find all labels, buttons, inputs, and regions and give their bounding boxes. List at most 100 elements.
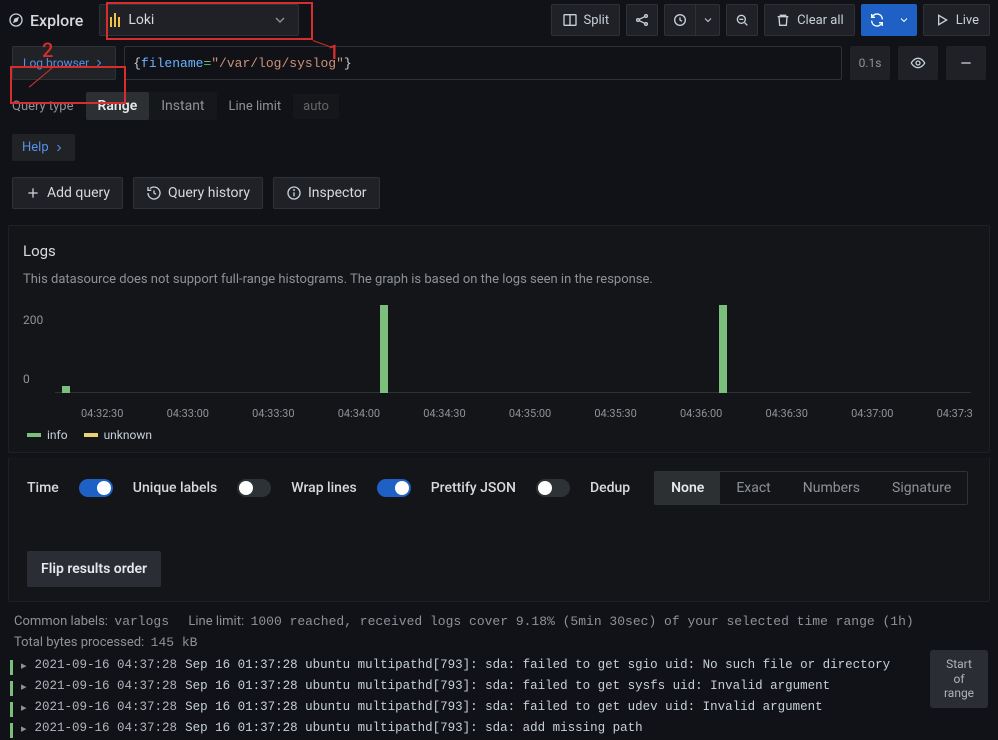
start-l3: range bbox=[944, 686, 974, 700]
loki-icon bbox=[110, 13, 120, 27]
log-timestamp: 2021-09-16 04:37:28 bbox=[35, 700, 178, 714]
line-limit-label: Line limit bbox=[229, 99, 282, 114]
query-actions: Add query Query history Inspector bbox=[0, 169, 998, 221]
time-range-dropdown[interactable] bbox=[696, 4, 720, 36]
query-history-label: Query history bbox=[168, 185, 250, 201]
time-toggle-label: Time bbox=[27, 480, 59, 496]
log-meta: Common labels: varlogs Line limit: 1000 … bbox=[8, 614, 990, 650]
split-label: Split bbox=[584, 13, 610, 28]
bytes-value: 145 kB bbox=[151, 635, 198, 650]
split-button[interactable]: Split bbox=[551, 4, 621, 36]
start-of-range-button[interactable]: Start of range bbox=[930, 650, 988, 708]
clear-all-label: Clear all bbox=[797, 13, 844, 28]
chart-xtick: 04:37:3 bbox=[937, 407, 973, 420]
log-browser-button[interactable]: Log browser bbox=[12, 46, 116, 80]
query-options: Query type Range Instant Line limit auto bbox=[0, 86, 998, 126]
logs-panel-title: Logs bbox=[23, 242, 975, 260]
log-row[interactable]: ▸ 2021-09-16 04:37:28 Sep 16 01:37:28 ubun… bbox=[8, 719, 990, 740]
dedup-option-exact[interactable]: Exact bbox=[720, 472, 786, 504]
log-row[interactable]: ▸ 2021-09-16 04:37:28 Sep 16 01:37:28 ubun… bbox=[8, 698, 990, 719]
query-input[interactable]: {filename="/var/log/syslog"} bbox=[124, 46, 842, 80]
log-row[interactable]: ▸2021-09-16 04:37:28Sep 16 01:37:28 ubun… bbox=[8, 677, 990, 698]
log-timestamp: 2021-09-16 04:37:28 bbox=[35, 721, 178, 735]
disable-query-button[interactable] bbox=[898, 46, 938, 80]
chart-ytick: 0 bbox=[23, 372, 30, 386]
share-icon bbox=[634, 12, 650, 28]
remove-query-button[interactable] bbox=[946, 46, 986, 80]
run-interval-dropdown[interactable] bbox=[893, 4, 917, 36]
play-icon bbox=[934, 12, 950, 28]
log-expand-icon[interactable]: ▸ bbox=[21, 722, 27, 736]
zoom-out-icon bbox=[734, 12, 750, 28]
chart-xtick: 04:34:30 bbox=[423, 407, 465, 420]
datasource-picker[interactable]: Loki bbox=[99, 4, 299, 36]
log-row[interactable]: ▸2021-09-16 04:37:28Sep 16 01:37:28 ubun… bbox=[8, 656, 990, 677]
logs-panel: Logs This datasource does not support fu… bbox=[8, 225, 990, 453]
log-message: Sep 16 01:37:28 ubuntu multipathd[793]: … bbox=[185, 721, 643, 735]
time-range-button[interactable] bbox=[664, 4, 696, 36]
log-expand-icon[interactable]: ▸ bbox=[21, 659, 27, 673]
run-query-button[interactable] bbox=[861, 4, 893, 36]
chart-x-axis bbox=[55, 392, 971, 393]
line-limit-key: Line limit: bbox=[188, 614, 244, 629]
query-type-label: Query type bbox=[12, 99, 74, 114]
dedup-option-none[interactable]: None bbox=[655, 472, 720, 504]
zoom-out-button[interactable] bbox=[726, 4, 758, 36]
help-button[interactable]: Help bbox=[12, 134, 75, 161]
query-history-button[interactable]: Query history bbox=[133, 177, 263, 209]
query-type-segment: Range Instant bbox=[86, 92, 217, 120]
live-button[interactable]: Live bbox=[923, 4, 990, 36]
chart-legend: info unknown bbox=[27, 428, 975, 442]
chart-xtick: 04:34:00 bbox=[338, 407, 380, 420]
inspector-button[interactable]: Inspector bbox=[273, 177, 380, 209]
run-group bbox=[861, 4, 917, 36]
logs-panel-note: This datasource does not support full-ra… bbox=[23, 272, 975, 287]
columns-icon bbox=[562, 12, 578, 28]
chevron-down-icon bbox=[272, 12, 288, 28]
legend-item[interactable]: info bbox=[27, 428, 68, 442]
minus-icon bbox=[958, 55, 974, 71]
chart-xtick: 04:36:30 bbox=[766, 407, 808, 420]
line-limit-input[interactable]: auto bbox=[293, 94, 339, 119]
explore-header-text: Explore bbox=[30, 11, 83, 30]
start-l2: of bbox=[953, 672, 964, 686]
log-browser-label: Log browser bbox=[23, 56, 89, 70]
log-level-indicator bbox=[10, 702, 13, 717]
chevron-down-icon bbox=[898, 14, 910, 26]
flip-results-button[interactable]: Flip results order bbox=[27, 551, 161, 587]
dedup-option-numbers[interactable]: Numbers bbox=[787, 472, 876, 504]
chart-xtick: 04:33:00 bbox=[167, 407, 209, 420]
log-message: Sep 16 01:37:28 ubuntu multipathd[793]: … bbox=[185, 700, 823, 714]
wrap-lines-label: Wrap lines bbox=[291, 480, 356, 496]
share-button[interactable] bbox=[626, 4, 658, 36]
log-expand-icon[interactable]: ▸ bbox=[21, 701, 27, 715]
legend-swatch bbox=[27, 433, 41, 437]
dedup-option-signature[interactable]: Signature bbox=[876, 472, 967, 504]
start-l1: Start bbox=[946, 657, 972, 671]
topbar: Explore Loki Split bbox=[0, 0, 998, 40]
eye-icon bbox=[910, 55, 926, 71]
compass-icon bbox=[8, 12, 24, 28]
refresh-icon bbox=[869, 12, 885, 28]
time-toggle[interactable] bbox=[79, 479, 113, 497]
legend-swatch bbox=[84, 433, 98, 437]
log-expand-icon[interactable]: ▸ bbox=[21, 680, 27, 694]
prettify-json-toggle[interactable] bbox=[536, 479, 570, 497]
unique-labels-toggle[interactable] bbox=[237, 479, 271, 497]
time-range-group bbox=[664, 4, 720, 36]
live-label: Live bbox=[956, 13, 979, 28]
unique-labels-label: Unique labels bbox=[133, 480, 217, 496]
common-labels-key: Common labels: bbox=[14, 614, 108, 629]
add-query-button[interactable]: Add query bbox=[12, 177, 123, 209]
line-limit-text: 1000 reached, received logs cover 9.18% … bbox=[251, 614, 914, 629]
log-volume-chart[interactable]: 0200 bbox=[55, 305, 971, 405]
wrap-lines-toggle[interactable] bbox=[377, 479, 411, 497]
log-message: Sep 16 01:37:28 ubuntu multipathd[793]: … bbox=[185, 658, 890, 672]
log-timestamp: 2021-09-16 04:37:28 bbox=[35, 679, 178, 693]
add-query-label: Add query bbox=[47, 185, 110, 201]
query-type-instant[interactable]: Instant bbox=[149, 92, 216, 120]
explore-title: Explore bbox=[8, 11, 83, 30]
query-type-range[interactable]: Range bbox=[86, 92, 150, 120]
clear-all-button[interactable]: Clear all bbox=[764, 4, 855, 36]
legend-item[interactable]: unknown bbox=[84, 428, 152, 442]
